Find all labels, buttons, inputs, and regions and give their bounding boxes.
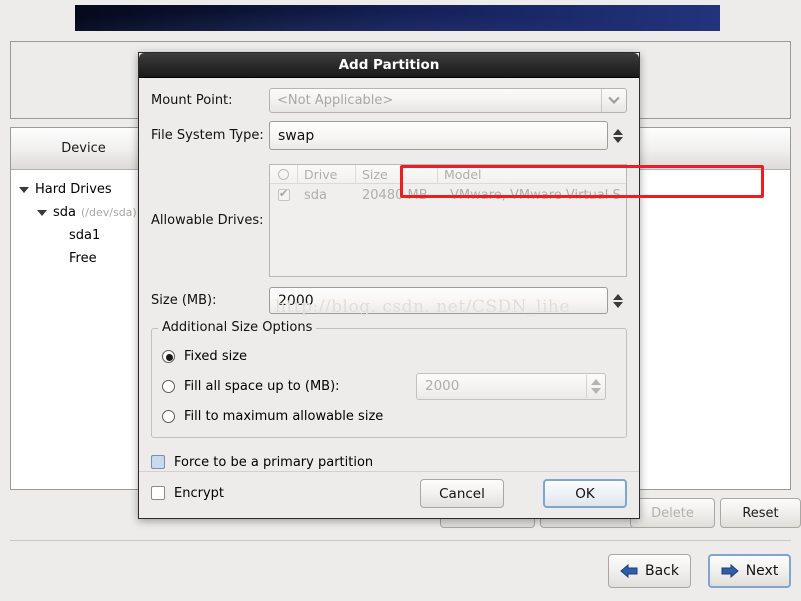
drive-name: sda	[304, 187, 327, 203]
fill-up-to-input: 2000	[416, 372, 606, 400]
column-header-size: Size	[356, 165, 438, 183]
column-header-5	[637, 128, 788, 169]
drive-model: VMware, VMware Virtual S	[450, 187, 621, 203]
allowable-drives-label: Allowable Drives:	[151, 213, 264, 228]
radio-icon[interactable]	[162, 379, 175, 393]
size-value: 2000	[278, 292, 314, 309]
mount-point-combo: <Not Applicable>	[269, 88, 627, 113]
dialog-title: Add Partition	[338, 57, 440, 73]
expander-triangle-icon[interactable]	[19, 186, 29, 193]
option-label: Fixed size	[184, 348, 248, 364]
arrow-right-icon	[721, 564, 739, 578]
back-button-label: Back	[645, 563, 679, 579]
next-button[interactable]: Next	[708, 554, 791, 588]
column-header-drive: Drive	[298, 165, 356, 183]
size-label: Size (MB):	[151, 293, 217, 308]
spinner-updown-icon[interactable]	[609, 122, 626, 149]
file-system-type-value: swap	[278, 127, 315, 144]
size-row: Size (MB): 2000	[151, 287, 627, 314]
cancel-button[interactable]: Cancel	[420, 479, 504, 508]
tree-item-label: Hard Drives	[35, 182, 112, 197]
radio-selected-icon[interactable]	[162, 349, 175, 363]
column-header-device: Device	[11, 128, 157, 169]
select-all-circle-icon	[278, 168, 289, 180]
screen: Device Hard Drives sda (/dev/sda) sda1 F…	[0, 0, 801, 601]
add-partition-dialog: Add Partition Mount Point: <Not Applicab…	[138, 52, 764, 519]
size-stepper[interactable]	[609, 288, 626, 313]
drives-table-header: Drive Size Model	[270, 165, 626, 184]
checkbox-checked-icon	[278, 187, 290, 201]
tree-item-label: sda	[53, 205, 76, 220]
tree-item-label: Free	[69, 251, 97, 266]
file-system-type-row: File System Type: swap	[151, 121, 627, 150]
installer-banner	[75, 5, 720, 31]
back-button[interactable]: Back	[608, 554, 691, 588]
table-row: sda 20480 MB VMware, VMware Virtual S	[270, 184, 626, 206]
footer-divider	[10, 540, 791, 541]
tree-item-label: sda1	[69, 228, 101, 243]
chevron-down-icon	[601, 89, 626, 112]
dialog-body: Mount Point: <Not Applicable> File Syste…	[139, 78, 639, 506]
checkbox-icon[interactable]	[151, 486, 165, 500]
option-fill-maximum[interactable]: Fill to maximum allowable size	[162, 401, 616, 431]
reset-button[interactable]: Reset	[720, 498, 801, 528]
dialog-titlebar: Add Partition	[139, 53, 639, 78]
option-label: Fill to maximum allowable size	[184, 408, 384, 424]
banner-sheen	[75, 5, 720, 31]
mount-point-row: Mount Point: <Not Applicable>	[151, 88, 627, 113]
expander-triangle-icon[interactable]	[37, 209, 47, 216]
ok-button[interactable]: OK	[543, 479, 627, 508]
option-fixed-size[interactable]: Fixed size	[162, 341, 616, 371]
fill-up-to-stepper	[586, 374, 604, 398]
additional-size-options-group: Additional Size Options Fixed size Fill …	[151, 320, 627, 438]
radio-icon[interactable]	[162, 409, 175, 423]
file-system-type-label: File System Type:	[151, 128, 264, 143]
dialog-divider	[139, 471, 639, 472]
mount-point-value: <Not Applicable>	[277, 93, 394, 108]
arrow-left-icon	[620, 564, 638, 578]
size-input[interactable]: 2000	[269, 287, 623, 314]
fill-up-to-value: 2000	[425, 378, 460, 394]
allowable-drives-row: Allowable Drives: Drive Size Model ✔ sda…	[151, 164, 627, 277]
file-system-type-combo[interactable]: swap	[269, 121, 623, 150]
next-button-label: Next	[745, 563, 779, 579]
option-fill-up-to[interactable]: Fill all space up to (MB): 2000	[162, 371, 616, 401]
mount-point-label: Mount Point:	[151, 93, 233, 108]
allowable-drives-table: Drive Size Model sda 20480 MB VMware, VM…	[269, 164, 627, 277]
column-header-model: Model	[444, 166, 482, 182]
drive-checkbox	[270, 187, 298, 201]
encrypt-label: Encrypt	[174, 485, 224, 501]
additional-size-options-title: Additional Size Options	[158, 320, 317, 335]
delete-button: Delete	[630, 498, 715, 528]
tree-item-device-path: (/dev/sda)	[81, 206, 137, 219]
column-header-select	[270, 165, 298, 183]
force-primary-partition-label: Force to be a primary partition	[174, 454, 374, 470]
option-label: Fill all space up to (MB):	[184, 378, 340, 394]
drive-size: 20480 MB	[362, 187, 428, 203]
checkbox-icon[interactable]	[151, 455, 165, 469]
